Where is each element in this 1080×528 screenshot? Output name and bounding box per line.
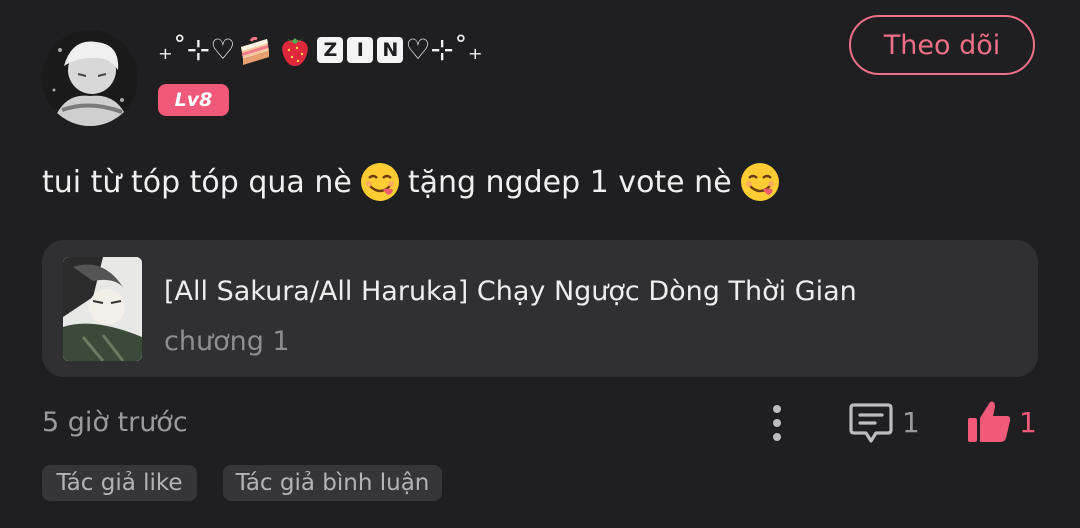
username[interactable]: ₊˚⊹♡ Z I N ♡⊹˚₊ [158, 28, 483, 72]
yum-face-icon [740, 162, 780, 202]
story-chapter: chương 1 [164, 326, 290, 357]
username-prefix: ₊˚⊹♡ [158, 33, 236, 66]
story-cover-image [63, 257, 142, 361]
comment-icon[interactable] [848, 400, 894, 446]
yum-face-icon [360, 162, 400, 202]
comment-text: tui từ tóp tóp qua nè tặng ngdep 1 vote … [42, 162, 788, 202]
username-suffix: ♡⊹˚₊ [405, 33, 483, 66]
strawberry-icon [277, 32, 313, 68]
reply-count: 1 [902, 406, 920, 439]
level-badge: Lv8 [158, 84, 229, 116]
comment-text-part1: tui từ tóp tóp qua nè [42, 164, 352, 200]
username-letter: N [377, 37, 404, 63]
timestamp: 5 giờ trước [42, 407, 188, 438]
comment-screen: ₊˚⊹♡ Z I N ♡⊹˚₊ Lv8 Theo dõi tui từ tóp … [0, 0, 1080, 528]
story-card[interactable]: [All Sakura/All Haruka] Chạy Ngược Dòng … [42, 240, 1038, 377]
follow-button[interactable]: Theo dõi [849, 15, 1035, 75]
thumbs-up-icon[interactable] [965, 398, 1013, 444]
comment-text-part2: tặng ngdep 1 vote nè [407, 164, 732, 200]
tag-author-comment: Tác giả bình luận [223, 465, 442, 501]
cake-icon [237, 33, 273, 67]
story-title: [All Sakura/All Haruka] Chạy Ngược Dòng … [164, 276, 857, 307]
more-vertical-icon[interactable] [760, 402, 794, 444]
username-letter: I [347, 37, 374, 63]
avatar[interactable] [42, 30, 138, 126]
username-letter: Z [317, 37, 344, 63]
tag-author-like: Tác giả like [42, 465, 197, 501]
like-count: 1 [1019, 406, 1037, 439]
